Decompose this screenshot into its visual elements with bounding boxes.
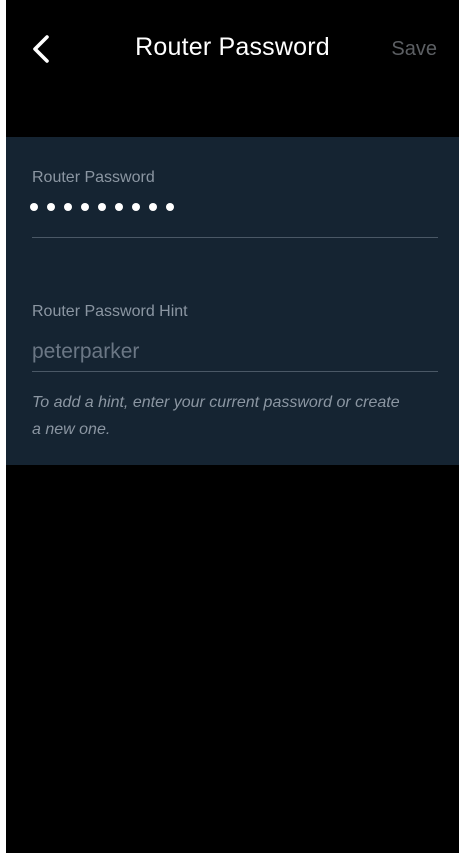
password-mask-dot <box>64 203 72 211</box>
router-password-hint-label: Router Password Hint <box>32 303 188 320</box>
password-mask-dot <box>166 203 174 211</box>
screen: Router Password Save Router Password Rou… <box>6 0 459 853</box>
hint-field-underline <box>32 371 438 372</box>
nav-bar: Router Password Save <box>6 0 459 100</box>
screen-edge <box>459 0 465 853</box>
hint-help-text: To add a hint, enter your current passwo… <box>32 394 400 438</box>
password-mask-dot <box>98 203 106 211</box>
password-mask-dot <box>115 203 123 211</box>
router-password-hint-input[interactable] <box>32 336 438 368</box>
password-field-underline <box>32 237 438 238</box>
router-password-label: Router Password <box>32 169 155 186</box>
password-mask-dot <box>132 203 140 211</box>
password-mask-dot <box>30 203 38 211</box>
password-mask-dot <box>149 203 157 211</box>
password-mask-dot <box>47 203 55 211</box>
router-password-field[interactable] <box>30 203 174 211</box>
save-button[interactable]: Save <box>391 38 437 61</box>
password-settings-panel: Router Password Router Password Hint To … <box>6 137 459 465</box>
password-mask-dot <box>81 203 89 211</box>
